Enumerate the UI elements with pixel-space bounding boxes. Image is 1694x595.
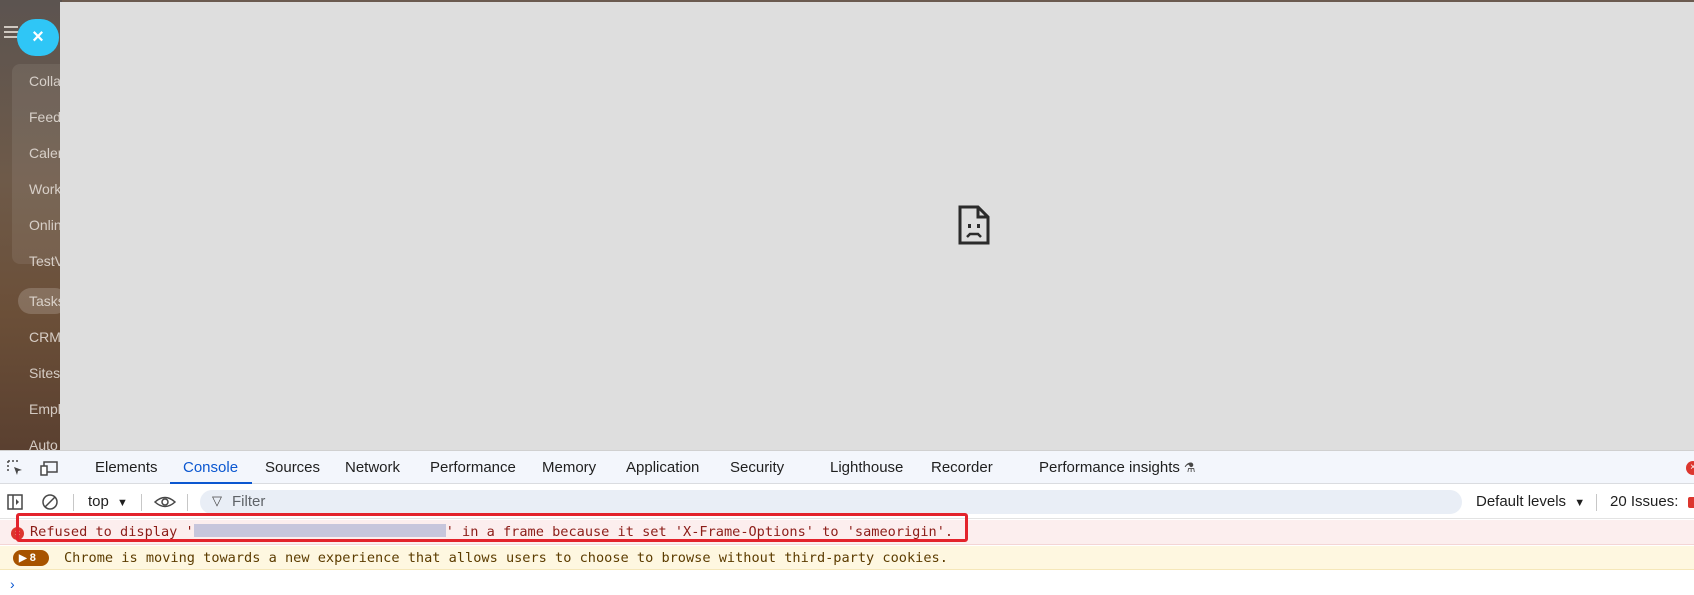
browser-page: Colla Feed Calen Work Onlin TestV Tasks …	[0, 0, 1694, 595]
toolbar-divider	[73, 494, 74, 511]
sidebar-item[interactable]: Colla	[29, 73, 61, 89]
tab-memory[interactable]: Memory	[542, 451, 596, 484]
device-toolbar-icon[interactable]	[40, 459, 58, 477]
close-slider-button[interactable]: ×	[17, 19, 59, 56]
toolbar-divider	[141, 494, 142, 511]
hamburger-icon[interactable]	[4, 26, 18, 38]
tab-application[interactable]: Application	[626, 451, 699, 484]
chevron-down-icon: ▼	[117, 497, 128, 509]
log-levels-dropdown[interactable]: Default levels ▼	[1476, 485, 1585, 519]
filter-input[interactable]: ▽ Filter	[200, 490, 1462, 514]
devtools-panel: Elements Console Sources Network Perform…	[0, 450, 1694, 595]
tab-console[interactable]: Console	[169, 451, 253, 484]
warning-text: Chrome is moving towards a new experienc…	[64, 550, 948, 566]
eye-icon[interactable]	[154, 493, 176, 511]
warning-group-badge[interactable]: ▶ 8	[13, 550, 49, 566]
sidebar-item[interactable]: Auto	[29, 437, 58, 450]
console-warning-message: ▶ 8 Chrome is moving towards a new exper…	[0, 546, 1694, 570]
console-prompt-chevron-icon[interactable]: ›	[10, 576, 15, 592]
error-badge-icon	[1688, 497, 1694, 508]
inspect-element-icon[interactable]	[6, 459, 24, 477]
sad-page-icon	[958, 205, 990, 245]
clear-console-icon[interactable]	[41, 493, 59, 511]
devtools-tabbar: Elements Console Sources Network Perform…	[0, 451, 1694, 484]
sidebar-item[interactable]: Empl	[29, 401, 61, 417]
sidebar-item[interactable]: Onlin	[29, 217, 62, 233]
sidebar-item[interactable]: TestV	[29, 253, 64, 269]
issues-counter[interactable]: 20 Issues:	[1610, 485, 1678, 519]
context-label: top	[88, 493, 109, 510]
tab-security[interactable]: Security	[730, 451, 784, 484]
tab-sources[interactable]: Sources	[265, 451, 320, 484]
toolbar-divider	[1596, 494, 1597, 511]
toolbar-divider	[187, 494, 188, 511]
filter-placeholder: Filter	[232, 493, 266, 510]
tab-performance-insights-label: Performance insights	[1039, 459, 1180, 476]
sidebar-toggle-icon[interactable]	[6, 493, 24, 511]
flask-icon: ⚗	[1183, 460, 1196, 475]
sidebar-item[interactable]: CRM	[29, 329, 61, 345]
tab-network[interactable]: Network	[345, 451, 400, 484]
tab-performance-insights[interactable]: Performance insights ⚗	[1039, 451, 1196, 484]
close-icon[interactable]: ×	[1686, 461, 1694, 475]
sidebar-item[interactable]: Work	[29, 181, 61, 197]
sidebar-item[interactable]: Sites	[29, 365, 60, 381]
warning-count: 8	[29, 552, 36, 564]
tab-recorder[interactable]: Recorder	[931, 451, 993, 484]
highlight-box	[16, 513, 968, 542]
expand-triangle-icon: ▶	[19, 553, 27, 564]
tab-elements[interactable]: Elements	[95, 451, 158, 484]
sidebar-item[interactable]: Feed	[29, 109, 61, 125]
tab-performance[interactable]: Performance	[430, 451, 516, 484]
chevron-down-icon: ▼	[1574, 497, 1586, 509]
tab-lighthouse[interactable]: Lighthouse	[830, 451, 903, 484]
filter-icon: ▽	[212, 493, 222, 508]
console-output: × Refused to display ' ' in a frame becau…	[0, 513, 1694, 595]
page-viewport: Colla Feed Calen Work Onlin TestV Tasks …	[0, 0, 1694, 450]
log-levels-label: Default levels	[1476, 493, 1567, 510]
console-error-message: × Refused to display ' ' in a frame becau…	[0, 513, 1694, 545]
blocked-iframe	[60, 2, 1694, 450]
